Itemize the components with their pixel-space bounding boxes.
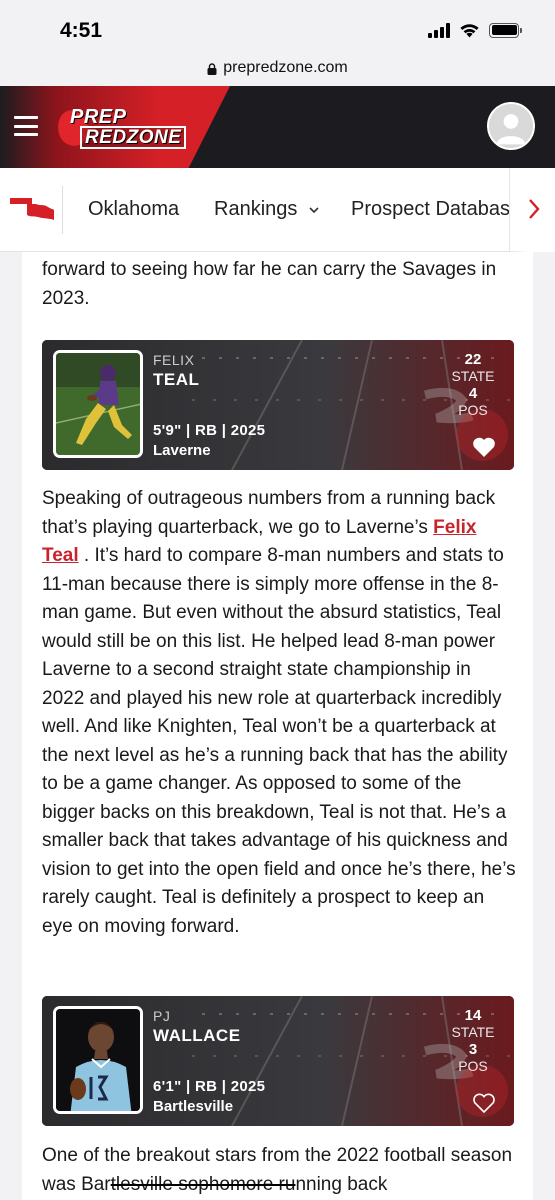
state-rank-value: 22 [464, 351, 482, 368]
intro-paragraph: forward to seeing how far he can carry t… [42, 259, 497, 309]
teal-paragraph: Speaking of outrageous numbers from a ru… [42, 485, 517, 941]
status-bar: 4:51 [0, 0, 555, 50]
player-card-pj-wallace[interactable]: PJ WALLACE 6'1" | RB | 2025 Bartlesville… [42, 996, 514, 1126]
heart-outline-icon[interactable] [472, 1092, 496, 1114]
position-rank-label: POS [458, 1058, 488, 1074]
player-rankings: 22 STATE 4 POS [446, 351, 500, 419]
teal-paragraph-text-2: . It’s hard to compare 8-man numbers and… [42, 545, 516, 937]
user-avatar-button[interactable] [487, 102, 535, 150]
teal-paragraph-text-1: Speaking of outrageous numbers from a ru… [42, 488, 496, 538]
player-first-name: PJ [153, 1008, 171, 1024]
player-school: Bartlesville [153, 1098, 234, 1115]
url-text[interactable]: prepredzone.com [223, 59, 348, 77]
position-rank-label: POS [458, 402, 488, 418]
signal-icon [428, 22, 450, 38]
heart-filled-icon[interactable] [472, 436, 496, 458]
position-rank-value: 3 [468, 1041, 478, 1058]
player-photo [53, 1006, 143, 1114]
logo-word-redzone: REDZONE [80, 126, 187, 149]
site-logo[interactable]: PREP REDZONE [53, 106, 187, 150]
player-last-name: WALLACE [153, 1026, 241, 1045]
status-icons [428, 22, 522, 38]
site-header: PREP REDZONE [0, 86, 555, 168]
state-rank-label: STATE [451, 368, 495, 384]
player-photo-image [56, 353, 140, 455]
nav-item-rankings[interactable]: Rankings [214, 198, 319, 221]
wallace-paragraph: One of the breakout stars from the 2022 … [42, 1142, 517, 1199]
nav-item-prospect-database[interactable]: Prospect Databas [351, 198, 510, 221]
chevron-down-icon [309, 207, 319, 214]
player-height-position-class: 5'9" | RB | 2025 [153, 422, 266, 439]
player-rankings: 14 STATE 3 POS [446, 1007, 500, 1075]
nav-divider [62, 186, 63, 234]
player-school: Laverne [153, 442, 211, 459]
player-photo [53, 350, 143, 458]
state-rank-label: STATE [451, 1024, 495, 1040]
player-card-felix-teal[interactable]: FELIX TEAL 5'9" | RB | 2025 Laverne 22 S… [42, 340, 514, 470]
player-photo-image [56, 1009, 140, 1111]
player-last-name: TEAL [153, 370, 200, 389]
state-rank-value: 14 [464, 1007, 482, 1024]
section-nav: Oklahoma Rankings Prospect Databas [0, 168, 555, 252]
player-height-position-class: 6'1" | RB | 2025 [153, 1078, 266, 1095]
position-rank-value: 4 [468, 385, 478, 402]
wallace-paragraph-text-2: nning back [295, 1173, 388, 1195]
wallace-paragraph-struck-text: tlesville sophomore ru [110, 1173, 296, 1195]
chevron-right-icon[interactable] [527, 198, 541, 220]
status-time: 4:51 [60, 19, 103, 42]
battery-icon [489, 22, 522, 38]
wifi-icon [460, 24, 479, 38]
nav-item-rankings-label: Rankings [214, 198, 298, 220]
player-first-name: FELIX [153, 352, 195, 368]
article-body: forward to seeing how far he can carry t… [22, 252, 533, 1200]
menu-icon[interactable] [14, 116, 38, 136]
address-bar[interactable]: prepredzone.com [0, 50, 555, 86]
oklahoma-state-icon[interactable] [10, 198, 54, 220]
lock-icon [207, 63, 217, 75]
user-avatar-icon [489, 104, 533, 148]
nav-item-oklahoma[interactable]: Oklahoma [88, 198, 179, 221]
